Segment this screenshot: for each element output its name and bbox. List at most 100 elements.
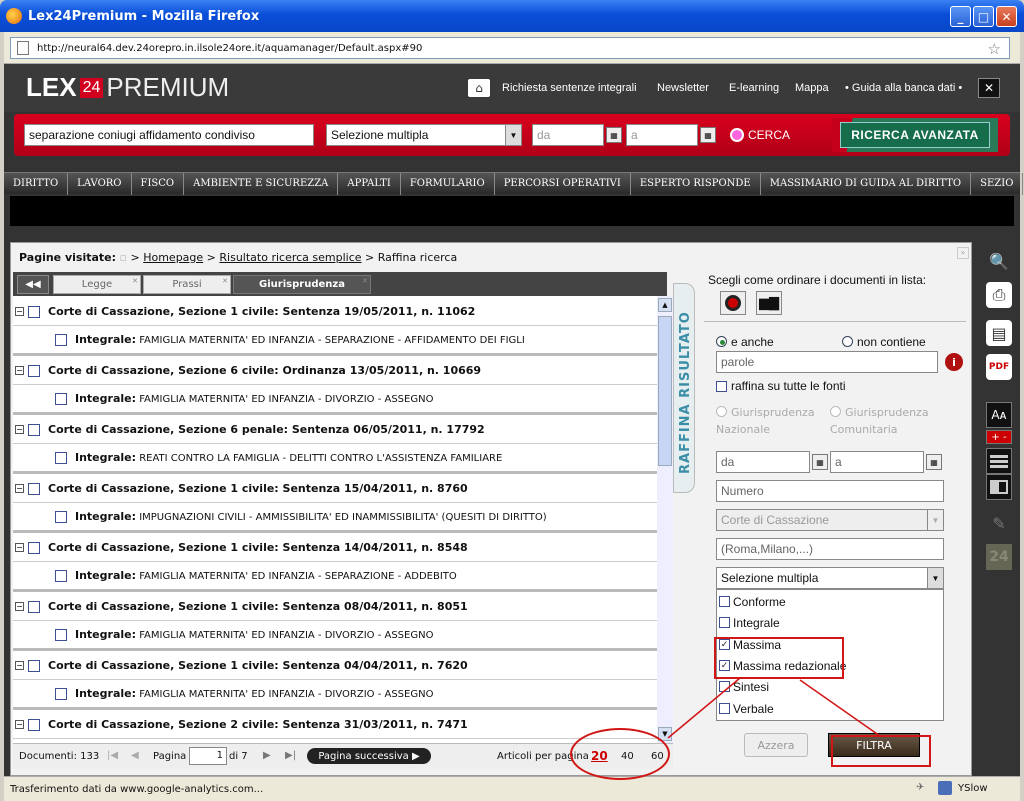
citta-input[interactable]: (Roma,Milano,...) xyxy=(716,538,944,560)
integrale-text[interactable]: FAMIGLIA MATERNITA' ED INFANZIA - SEPARA… xyxy=(139,335,525,346)
collapse-icon[interactable]: − xyxy=(15,661,24,670)
link-elearning[interactable]: E-learning xyxy=(729,82,779,94)
option-checkbox[interactable] xyxy=(719,596,730,607)
result-checkbox[interactable] xyxy=(28,600,40,613)
integrale-text[interactable]: FAMIGLIA MATERNITA' ED INFANZIA - DIVORZ… xyxy=(139,689,433,700)
result-integrale-row[interactable]: Integrale: IMPUGNAZIONI CIVILI - AMMISSI… xyxy=(13,503,657,533)
integrale-text[interactable]: FAMIGLIA MATERNITA' ED INFANZIA - DIVORZ… xyxy=(139,630,433,641)
option-conforme[interactable]: Conforme xyxy=(719,591,941,612)
option-integrale[interactable]: Integrale xyxy=(719,612,941,633)
result-title[interactable]: Corte di Cassazione, Sezione 6 civile: O… xyxy=(48,364,481,377)
integrale-text[interactable]: FAMIGLIA MATERNITA' ED INFANZIA - SEPARA… xyxy=(139,571,457,582)
next-page-icon[interactable]: ▶ xyxy=(263,750,271,761)
result-title[interactable]: Corte di Cassazione, Sezione 1 civile: S… xyxy=(48,600,468,613)
collapse-icon[interactable]: − xyxy=(15,602,24,611)
result-integrale-row[interactable]: Integrale: REATI CONTRO LA FAMIGLIA - DE… xyxy=(13,444,657,474)
yslow-icon[interactable] xyxy=(938,781,952,795)
result-title[interactable]: Corte di Cassazione, Sezione 2 civile: S… xyxy=(48,718,468,731)
breadcrumb-results-link[interactable]: Risultato ricerca semplice xyxy=(219,251,361,264)
option-checkbox[interactable] xyxy=(719,617,730,628)
link-guida-banca-dati[interactable]: • Guida alla banca dati • xyxy=(845,82,962,94)
result-row[interactable]: − Corte di Cassazione, Sezione 1 civile: … xyxy=(13,475,657,503)
option-verbale[interactable]: Verbale xyxy=(719,698,941,719)
link-mappa[interactable]: Mappa xyxy=(795,82,829,94)
print-icon[interactable]: ⎙ xyxy=(986,282,1012,308)
calendar-icon[interactable]: ▦ xyxy=(812,454,828,470)
lex24-logo[interactable]: LEX 24 PREMIUM xyxy=(26,72,229,103)
option-checkbox[interactable] xyxy=(719,681,730,692)
integrale-checkbox[interactable] xyxy=(55,628,67,641)
result-checkbox[interactable] xyxy=(28,364,40,377)
result-row[interactable]: − Corte di Cassazione, Sezione 2 civile: … xyxy=(13,711,657,739)
addon-icon[interactable]: ✈ xyxy=(916,782,924,793)
calendar-icon[interactable]: ▦ xyxy=(700,127,716,143)
collapse-icon[interactable]: − xyxy=(15,543,24,552)
result-checkbox[interactable] xyxy=(28,482,40,495)
maximize-button[interactable]: □ xyxy=(973,6,994,27)
calendar-icon[interactable]: ▦ xyxy=(926,454,942,470)
integrale-text[interactable]: FAMIGLIA MATERNITA' ED INFANZIA - DIVORZ… xyxy=(139,394,433,405)
tab-prassi[interactable]: Prassi ✕ xyxy=(143,275,231,294)
order-by-relevance-button[interactable]: ▆▇ xyxy=(756,291,782,315)
order-by-date-button[interactable] xyxy=(720,291,746,315)
nav-lavoro[interactable]: LAVORO xyxy=(68,173,132,195)
result-checkbox[interactable] xyxy=(28,541,40,554)
save-icon[interactable]: ▤ xyxy=(986,320,1012,346)
close-window-button[interactable]: ✕ xyxy=(996,6,1017,27)
result-title[interactable]: Corte di Cassazione, Sezione 6 penale: S… xyxy=(48,423,485,436)
breadcrumb-home-link[interactable]: Homepage xyxy=(143,251,203,264)
scroll-up-icon[interactable]: ▲ xyxy=(658,298,672,312)
pdf-icon[interactable]: PDF xyxy=(986,354,1012,380)
radio-e-anche[interactable]: e anche xyxy=(716,335,774,349)
font-size-plus-minus-icon[interactable]: + - xyxy=(986,430,1012,444)
result-title[interactable]: Corte di Cassazione, Sezione 1 civile: S… xyxy=(48,659,468,672)
home-icon[interactable]: ⌂ xyxy=(468,79,490,97)
tipo-documento-select[interactable]: Selezione multipla ▼ xyxy=(716,567,944,589)
result-integrale-row[interactable]: Integrale: FAMIGLIA MATERNITA' ED INFANZ… xyxy=(13,680,657,710)
integrale-checkbox[interactable] xyxy=(55,451,67,464)
integrale-text[interactable]: REATI CONTRO LA FAMIGLIA - DELITTI CONTR… xyxy=(139,453,502,464)
result-row[interactable]: − Corte di Cassazione, Sezione 1 civile: … xyxy=(13,652,657,680)
scroll-thumb[interactable] xyxy=(658,316,672,466)
integrale-checkbox[interactable] xyxy=(55,392,67,405)
result-checkbox[interactable] xyxy=(28,659,40,672)
result-row[interactable]: − Corte di Cassazione, Sezione 1 civile: … xyxy=(13,593,657,621)
nav-diritto[interactable]: DIRITTO xyxy=(4,173,69,195)
nav-formulario[interactable]: FORMULARIO xyxy=(401,173,495,195)
nav-esperto[interactable]: ESPERTO RISPONDE xyxy=(631,173,761,195)
ricerca-avanzata-button[interactable]: RICERCA AVANZATA xyxy=(832,118,998,152)
layout-split-icon[interactable] xyxy=(986,474,1012,500)
nav-fisco[interactable]: FISCO xyxy=(132,173,185,195)
collapse-icon[interactable]: − xyxy=(15,366,24,375)
result-checkbox[interactable] xyxy=(28,305,40,318)
calendar-icon[interactable]: ▦ xyxy=(606,127,622,143)
search-input[interactable]: separazione coniugi affidamento condivis… xyxy=(24,124,314,146)
font-size-icon[interactable]: Aᴀ xyxy=(986,402,1012,428)
collapse-icon[interactable]: − xyxy=(15,307,24,316)
collapse-arrows-icon[interactable]: ◀◀ xyxy=(17,275,49,294)
tab-giurisprudenza[interactable]: Giurisprudenza ✕ xyxy=(233,275,371,294)
link-richiesta-sentenze[interactable]: Richiesta sentenze integrali xyxy=(502,82,637,94)
edit-document-icon[interactable]: ✎ xyxy=(986,510,1012,536)
result-row[interactable]: − Corte di Cassazione, Sezione 1 civile: … xyxy=(13,298,657,326)
result-integrale-row[interactable]: Integrale: FAMIGLIA MATERNITA' ED INFANZ… xyxy=(13,621,657,651)
all-sources-checkbox[interactable]: raffina su tutte le fonti xyxy=(716,379,846,393)
collapse-icon[interactable]: − xyxy=(15,484,24,493)
azzera-button[interactable]: Azzera xyxy=(744,733,808,757)
result-row[interactable]: − Corte di Cassazione, Sezione 6 penale: … xyxy=(13,416,657,444)
info-icon[interactable]: i xyxy=(945,353,963,371)
nav-massimario[interactable]: MASSIMARIO DI GUIDA AL DIRITTO xyxy=(761,173,972,195)
last-page-icon[interactable]: ▶| xyxy=(285,750,296,761)
expand-icon[interactable]: » xyxy=(957,247,969,259)
numero-input[interactable]: Numero xyxy=(716,480,944,502)
radio-giur-nazionale[interactable]: Giurisprudenza Nazionale xyxy=(716,404,826,438)
integrale-checkbox[interactable] xyxy=(55,687,67,700)
nav-appalti[interactable]: APPALTI xyxy=(338,173,401,195)
option-sintesi[interactable]: Sintesi xyxy=(719,676,941,697)
radio-non-contiene[interactable]: non contiene xyxy=(842,335,926,349)
minimize-button[interactable]: _ xyxy=(950,6,971,27)
raffina-risultato-tab[interactable]: RAFFINA RISULTATO xyxy=(673,283,695,493)
result-checkbox[interactable] xyxy=(28,423,40,436)
result-title[interactable]: Corte di Cassazione, Sezione 1 civile: S… xyxy=(48,305,475,318)
result-integrale-row[interactable]: Integrale: FAMIGLIA MATERNITA' ED INFANZ… xyxy=(13,562,657,592)
